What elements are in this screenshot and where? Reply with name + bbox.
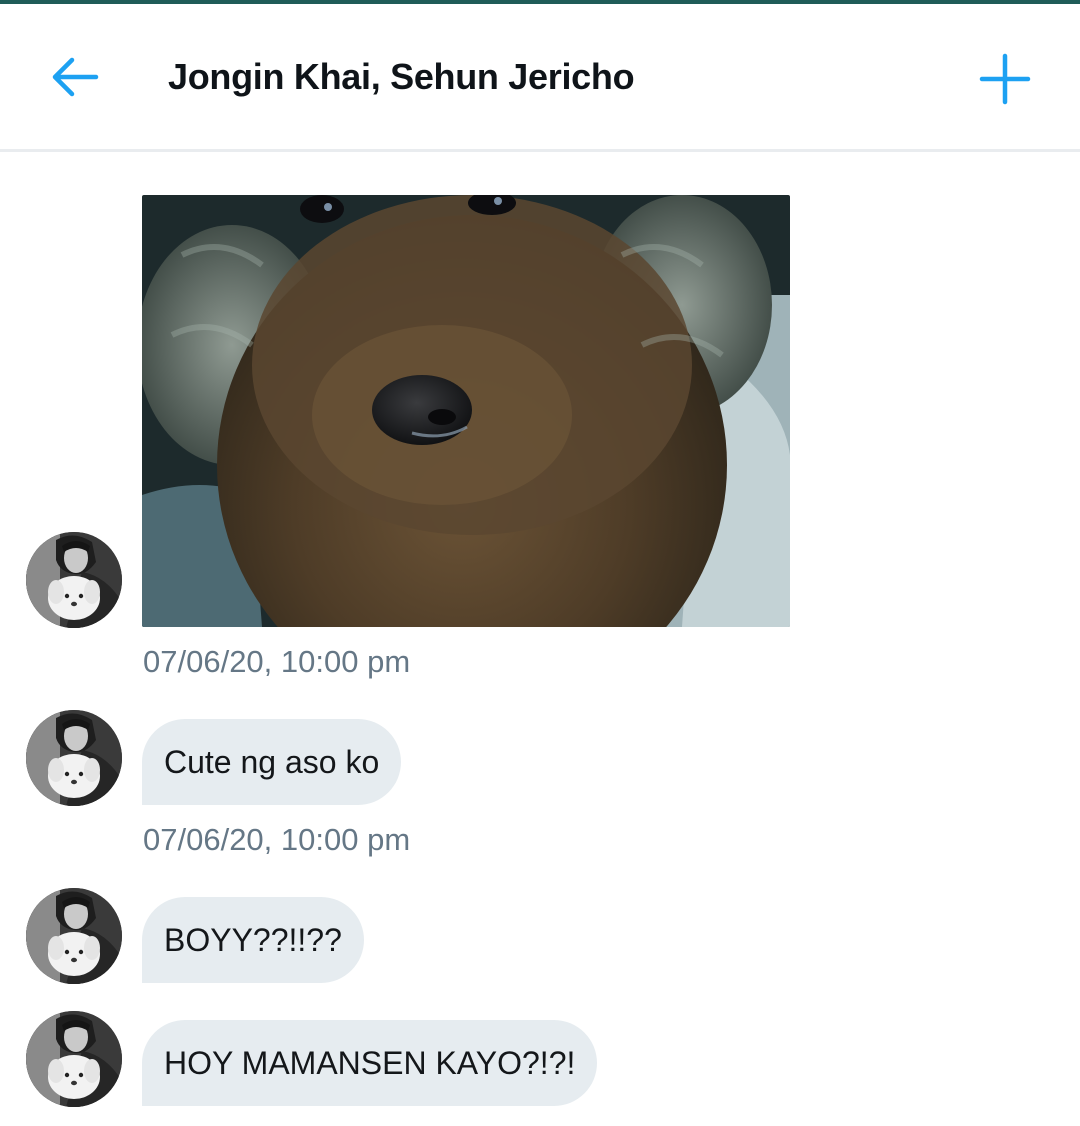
avatar-image — [26, 710, 122, 806]
avatar[interactable] — [26, 1011, 122, 1107]
avatar-image — [26, 1011, 122, 1107]
message-bubble[interactable]: Cute ng aso ko — [142, 719, 402, 805]
avatar[interactable] — [26, 710, 122, 806]
message-bubble[interactable]: BOYY??!!?? — [142, 897, 364, 983]
message-text: BOYY??!!?? — [164, 921, 342, 958]
message-bubble[interactable]: HOY MAMANSEN KAYO?!?! — [142, 1020, 598, 1106]
avatar-image — [26, 532, 122, 628]
conversation-header: Jongin Khai, Sehun Jericho — [0, 4, 1080, 152]
message-text: HOY MAMANSEN KAYO?!?! — [164, 1044, 576, 1081]
conversation-title[interactable]: Jongin Khai, Sehun Jericho — [168, 56, 635, 98]
message-timestamp: 07/06/20, 10:00 pm — [143, 822, 411, 857]
add-participant-button[interactable] — [972, 46, 1038, 112]
avatar[interactable] — [26, 532, 122, 628]
message-text: Cute ng aso ko — [164, 743, 380, 780]
avatar[interactable] — [26, 888, 122, 984]
message-photo[interactable] — [142, 195, 790, 627]
arrow-left-icon — [52, 57, 99, 97]
back-button[interactable] — [44, 46, 106, 108]
message-timestamp: 07/06/20, 10:00 pm — [143, 644, 411, 679]
dog-photo — [142, 195, 790, 627]
avatar-image — [26, 888, 122, 984]
plus-icon — [979, 53, 1031, 105]
